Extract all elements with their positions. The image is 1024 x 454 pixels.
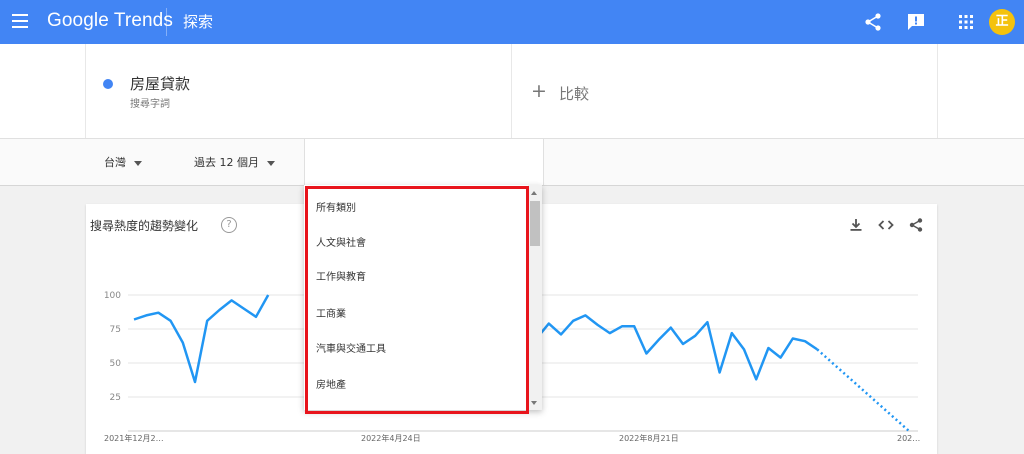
partial-data-line xyxy=(816,348,910,432)
y-axis-labels: 25 50 75 100 xyxy=(104,291,121,403)
x-tick-label: 202… xyxy=(897,434,920,443)
y-tick-label: 100 xyxy=(104,291,121,301)
x-tick-label: 2022年8月21日 xyxy=(619,433,679,443)
highlight-annotation xyxy=(305,186,529,414)
y-tick-label: 75 xyxy=(110,325,121,335)
y-tick-label: 50 xyxy=(110,359,122,369)
scroll-up-icon[interactable] xyxy=(531,191,537,195)
scrollbar-thumb[interactable] xyxy=(530,201,540,246)
y-tick-label: 25 xyxy=(110,393,121,403)
x-axis-labels: 2021年12月2… 2022年4月24日 2022年8月21日 202… xyxy=(104,433,920,443)
x-tick-label: 2022年4月24日 xyxy=(361,433,421,443)
scroll-down-icon[interactable] xyxy=(531,401,537,405)
x-tick-label: 2021年12月2… xyxy=(104,433,164,443)
